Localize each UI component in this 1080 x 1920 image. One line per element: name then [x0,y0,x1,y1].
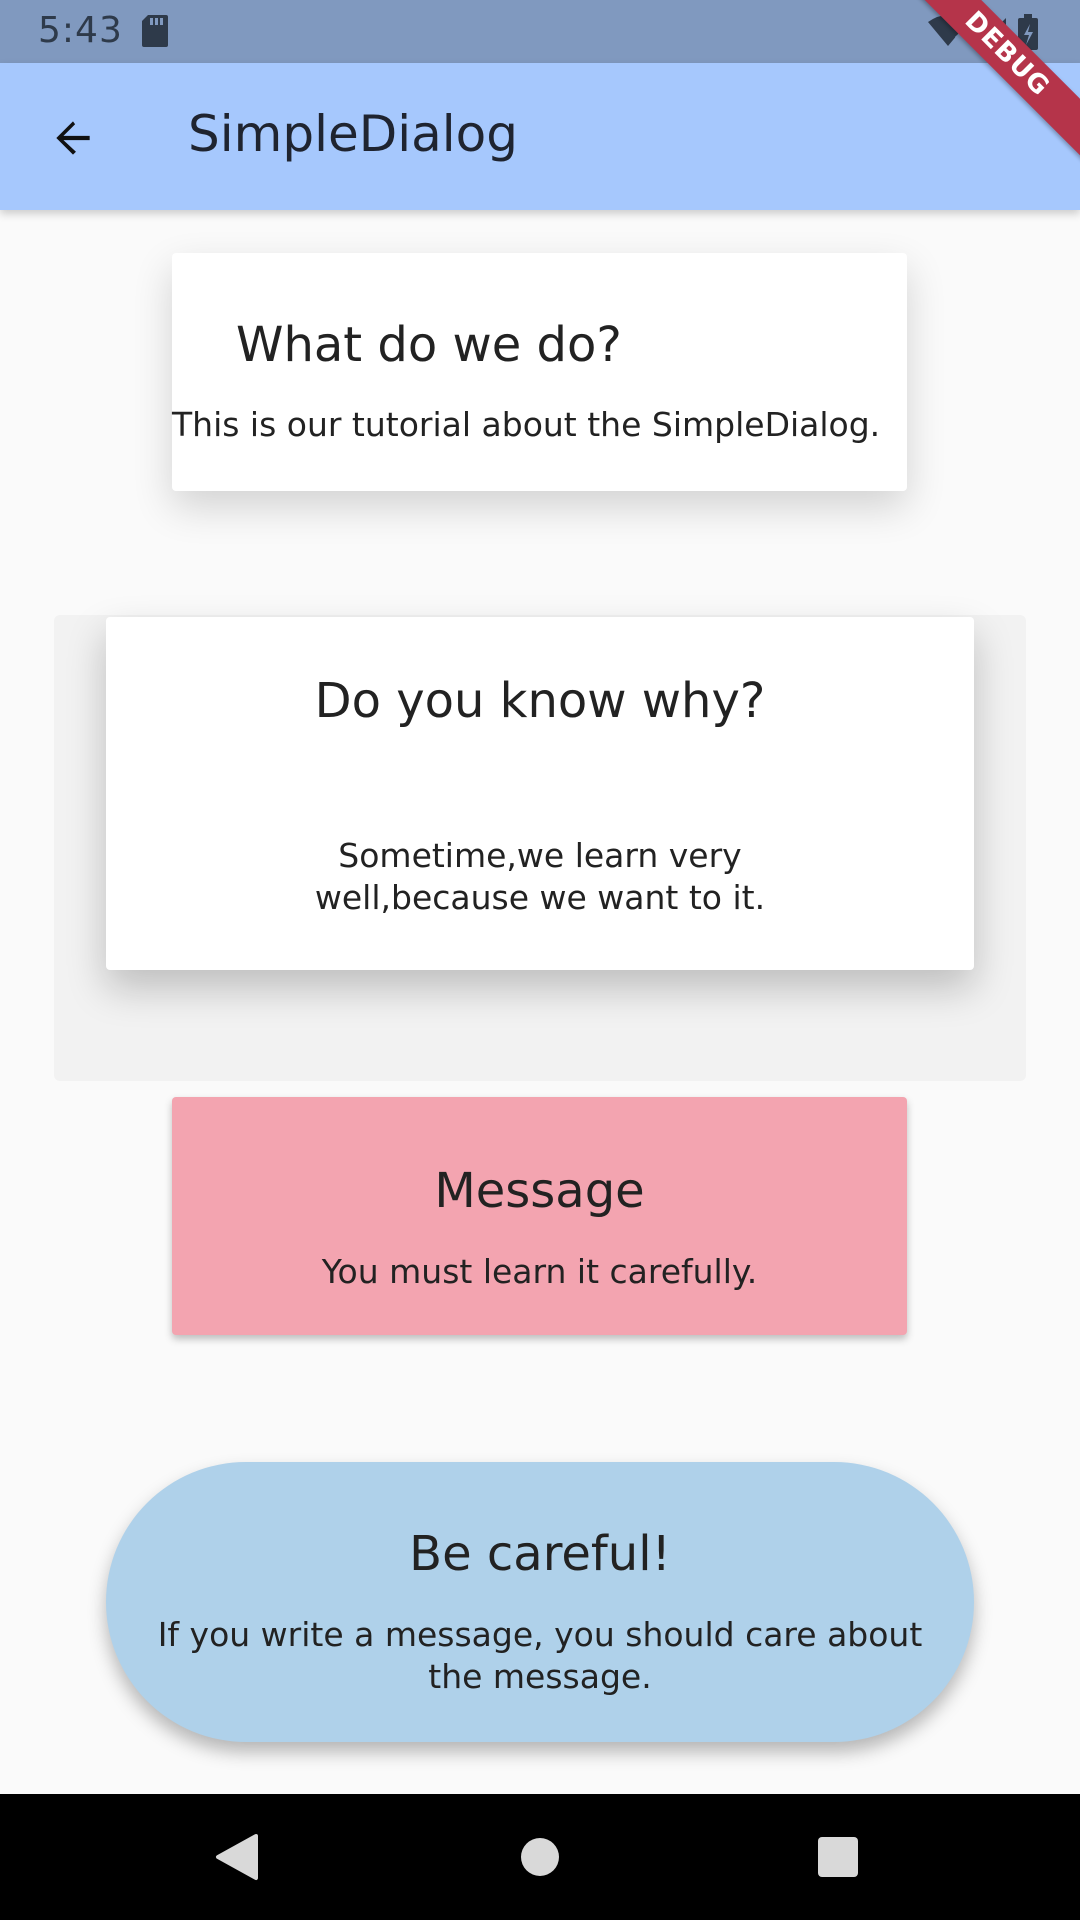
status-time: 5:43 [38,10,123,51]
card-body: Sometime,we learn very well,because we w… [314,836,766,917]
card-body: You must learn it carefully. [321,1252,758,1291]
card-body: If you write a message, you should care … [157,1615,923,1696]
back-triangle-icon [216,1834,258,1880]
app-bar: SimpleDialog [0,63,1080,210]
dialog-card-message: Message You must learn it carefully. [172,1097,907,1335]
dialog-card-what-do-we-do: What do we do? This is our tutorial abou… [172,253,907,491]
page-title: SimpleDialog [188,105,518,163]
screen: 5:43 SimpleDialog DEBUG What do we do? T… [0,0,1080,1920]
dialog-card-do-you-know-why: Do you know why? Sometime,we learn very … [106,617,974,970]
card-title: Be careful! [409,1526,671,1582]
home-circle-icon [521,1838,559,1876]
nav-home-button[interactable] [507,1824,573,1890]
sd-card-icon [142,15,168,47]
recents-square-icon [818,1837,858,1877]
system-nav-bar [0,1794,1080,1920]
arrow-back-icon [56,121,90,155]
nav-recents-button[interactable] [805,1824,871,1890]
card-body: This is our tutorial about the SimpleDia… [172,405,881,444]
nav-back-button[interactable] [204,1824,270,1890]
card-title: What do we do? [236,317,622,373]
dialog-card-be-careful: Be careful! If you write a message, you … [106,1462,974,1742]
status-bar: 5:43 [0,0,1080,63]
card-title: Do you know why? [314,673,766,729]
back-button[interactable] [38,103,108,173]
card-title: Message [434,1163,645,1219]
